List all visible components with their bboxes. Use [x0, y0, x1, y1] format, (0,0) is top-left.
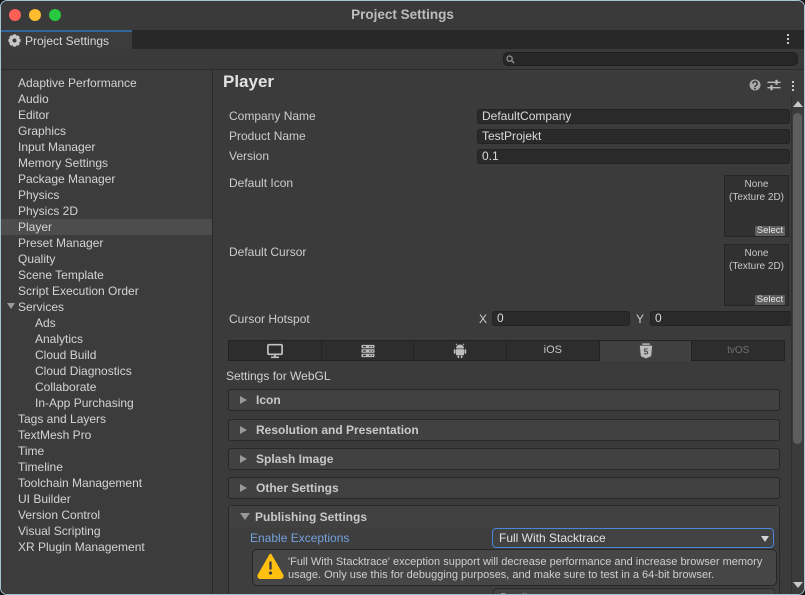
svg-text:5: 5: [643, 347, 648, 357]
